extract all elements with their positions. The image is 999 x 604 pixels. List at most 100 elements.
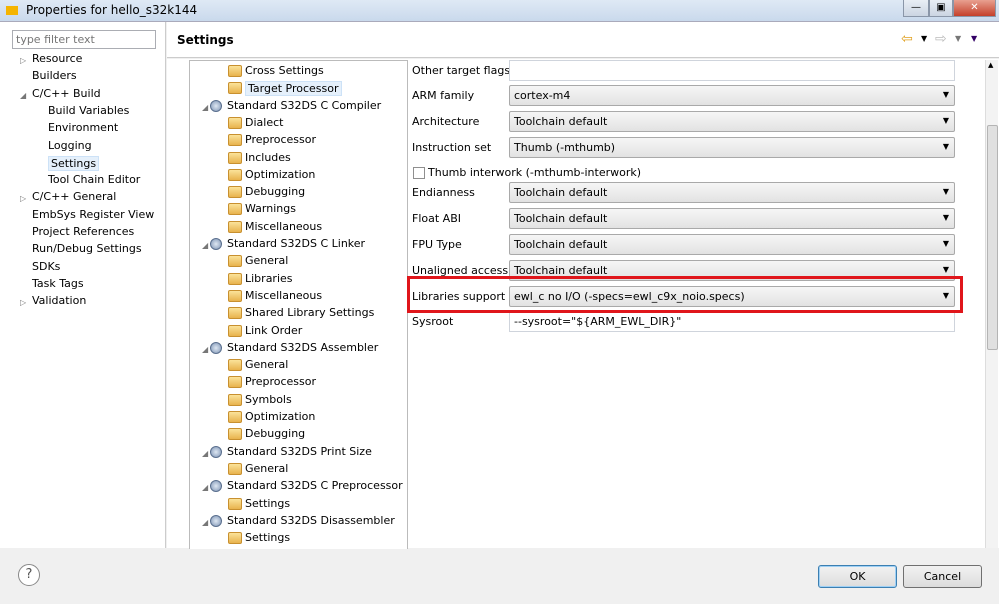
folder-settings-icon bbox=[228, 324, 242, 337]
nav-item[interactable]: Resource bbox=[32, 52, 82, 65]
folder-settings-icon bbox=[228, 307, 242, 320]
expand-arrow-icon[interactable]: ▷ bbox=[20, 194, 26, 203]
nav-item[interactable]: Build Variables bbox=[48, 104, 129, 117]
help-icon[interactable]: ? bbox=[18, 564, 40, 586]
tree-item[interactable]: Preprocessor bbox=[245, 375, 316, 388]
window-title: Properties for hello_s32k144 bbox=[26, 3, 198, 17]
thumb-interwork-checkbox[interactable] bbox=[413, 167, 425, 179]
expand-arrow-icon[interactable]: ▷ bbox=[20, 56, 26, 65]
folder-settings-icon bbox=[228, 186, 242, 199]
close-button[interactable]: ✕ bbox=[953, 0, 996, 17]
ok-button[interactable]: OK bbox=[818, 565, 897, 588]
folder-settings-icon bbox=[228, 532, 242, 545]
page-header: Settings ⇦ ▼ ⇨ ▼ ▼ bbox=[167, 22, 999, 58]
tree-item[interactable]: Target Processor bbox=[245, 81, 342, 97]
tree-item[interactable]: Settings bbox=[245, 531, 290, 544]
nav-item[interactable]: Task Tags bbox=[32, 277, 84, 290]
back-arrow-icon[interactable]: ⇦ bbox=[901, 31, 913, 47]
select-value: Toolchain default bbox=[514, 186, 608, 199]
field-input[interactable]: --sysroot="${ARM_EWL_DIR}" bbox=[509, 311, 955, 332]
tree-item[interactable]: Standard S32DS Disassembler bbox=[227, 514, 395, 527]
tree-item[interactable]: Optimization bbox=[245, 410, 315, 423]
tree-item[interactable]: Standard S32DS Print Size bbox=[227, 445, 372, 458]
field-input[interactable] bbox=[509, 60, 955, 81]
expand-arrow-icon[interactable]: ◢ bbox=[202, 345, 208, 354]
filter-input[interactable] bbox=[12, 30, 156, 49]
tool-icon bbox=[210, 480, 222, 493]
tree-item[interactable]: Link Order bbox=[245, 324, 302, 337]
nav-item[interactable]: Logging bbox=[48, 139, 92, 152]
minimize-button[interactable]: — bbox=[903, 0, 929, 17]
tree-item[interactable]: General bbox=[245, 462, 288, 475]
tree-item[interactable]: Miscellaneous bbox=[245, 289, 322, 302]
field-select[interactable]: Toolchain default ▼ bbox=[509, 234, 955, 255]
tree-item[interactable]: Debugging bbox=[245, 185, 305, 198]
maximize-button[interactable]: ▣ bbox=[929, 0, 953, 17]
expand-arrow-icon[interactable]: ◢ bbox=[20, 91, 26, 100]
nxp-logo-icon bbox=[6, 6, 18, 15]
settings-panel: Cross Settings Target Processor ◢ Standard … bbox=[167, 59, 999, 549]
tree-item[interactable]: Standard S32DS C Compiler bbox=[227, 99, 381, 112]
forward-menu-icon[interactable]: ▼ bbox=[955, 34, 961, 43]
tree-item[interactable]: Preprocessor bbox=[245, 133, 316, 146]
tree-item[interactable]: Settings bbox=[245, 497, 290, 510]
tree-item[interactable]: Cross Settings bbox=[245, 64, 324, 77]
tree-item[interactable]: Dialect bbox=[245, 116, 283, 129]
scroll-up-icon[interactable]: ▲ bbox=[988, 61, 993, 69]
checkbox-label[interactable]: Thumb interwork (-mthumb-interwork) bbox=[428, 166, 641, 179]
nav-pane: ▷ Resource Builders ◢ C/C++ Build Build Varia… bbox=[0, 22, 166, 548]
field-select[interactable]: cortex-m4 ▼ bbox=[509, 85, 955, 106]
nav-item[interactable]: Project References bbox=[32, 225, 134, 238]
field-select[interactable]: Toolchain default ▼ bbox=[509, 111, 955, 132]
tree-item[interactable]: Miscellaneous bbox=[245, 220, 322, 233]
nav-item[interactable]: Tool Chain Editor bbox=[48, 173, 140, 186]
folder-settings-icon bbox=[228, 151, 242, 164]
tree-item[interactable]: Libraries bbox=[245, 272, 293, 285]
tree-item[interactable]: Symbols bbox=[245, 393, 292, 406]
expand-arrow-icon[interactable]: ▷ bbox=[20, 298, 26, 307]
nav-item[interactable]: C/C++ Build bbox=[32, 87, 101, 100]
tree-item[interactable]: Standard S32DS C Linker bbox=[227, 237, 365, 250]
forward-arrow-icon[interactable]: ⇨ bbox=[935, 31, 947, 47]
expand-arrow-icon[interactable]: ◢ bbox=[202, 518, 208, 527]
tool-icon bbox=[210, 445, 222, 458]
view-menu-icon[interactable]: ▼ bbox=[971, 34, 977, 43]
nav-item[interactable]: Builders bbox=[32, 69, 77, 82]
folder-settings-icon bbox=[228, 255, 242, 268]
folder-settings-icon bbox=[228, 203, 242, 216]
nav-item[interactable]: Validation bbox=[32, 294, 86, 307]
tree-item[interactable]: Standard S32DS C Preprocessor bbox=[227, 479, 403, 492]
chevron-down-icon: ▼ bbox=[942, 187, 949, 196]
nav-item[interactable]: Run/Debug Settings bbox=[32, 242, 142, 255]
tree-item[interactable]: General bbox=[245, 358, 288, 371]
expand-arrow-icon[interactable]: ◢ bbox=[202, 241, 208, 250]
tree-item[interactable]: Optimization bbox=[245, 168, 315, 181]
nav-item[interactable]: Environment bbox=[48, 121, 118, 134]
chevron-down-icon: ▼ bbox=[942, 90, 949, 99]
chevron-down-icon: ▼ bbox=[942, 213, 949, 222]
expand-arrow-icon[interactable]: ◢ bbox=[202, 449, 208, 458]
tree-item[interactable]: Standard S32DS Assembler bbox=[227, 341, 378, 354]
folder-settings-icon bbox=[228, 289, 242, 302]
cancel-button[interactable]: Cancel bbox=[903, 565, 982, 588]
tree-item[interactable]: Debugging bbox=[245, 427, 305, 440]
tree-item[interactable]: Includes bbox=[245, 151, 291, 164]
field-select[interactable]: Toolchain default ▼ bbox=[509, 208, 955, 229]
select-value: cortex-m4 bbox=[514, 89, 571, 102]
nav-item[interactable]: C/C++ General bbox=[32, 190, 116, 203]
back-menu-icon[interactable]: ▼ bbox=[921, 34, 927, 43]
tree-item[interactable]: General bbox=[245, 254, 288, 267]
field-select[interactable]: Toolchain default ▼ bbox=[509, 182, 955, 203]
expand-arrow-icon[interactable]: ◢ bbox=[202, 483, 208, 492]
nav-item[interactable]: EmbSys Register View bbox=[32, 208, 154, 221]
select-value: Toolchain default bbox=[514, 238, 608, 251]
expand-arrow-icon[interactable]: ◢ bbox=[202, 103, 208, 112]
scrollbar-thumb[interactable] bbox=[987, 125, 998, 350]
nav-item[interactable]: Settings bbox=[48, 155, 100, 171]
folder-settings-icon bbox=[228, 272, 242, 285]
field-select[interactable]: Thumb (-mthumb) ▼ bbox=[509, 137, 955, 158]
nav-item[interactable]: SDKs bbox=[32, 260, 60, 273]
tree-item[interactable]: Shared Library Settings bbox=[245, 306, 374, 319]
vertical-scrollbar[interactable]: ▲ bbox=[985, 60, 998, 548]
tree-item[interactable]: Warnings bbox=[245, 202, 296, 215]
